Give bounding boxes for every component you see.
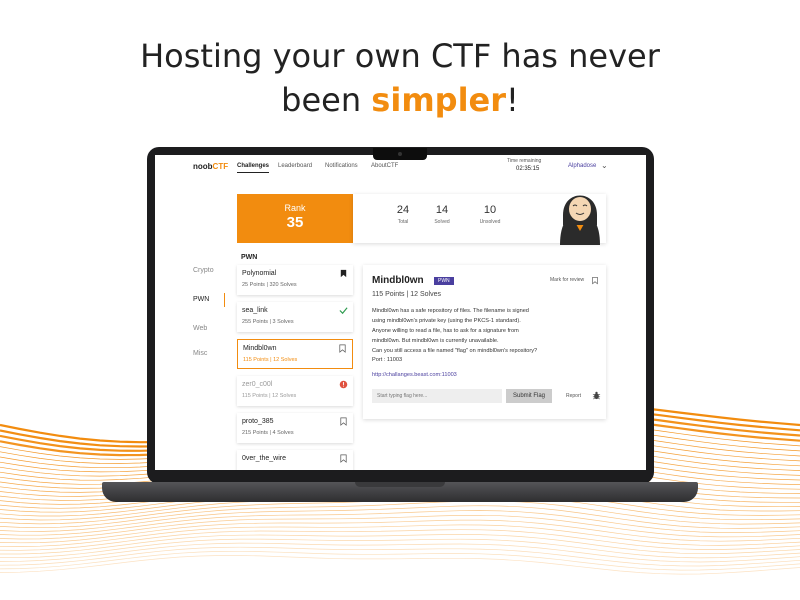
- flag-input[interactable]: [372, 389, 502, 403]
- challenge-meta: 215 Points | 4 Solves: [242, 430, 294, 436]
- stat-solved: 14 Solved: [422, 204, 462, 225]
- category-misc[interactable]: Misc: [193, 350, 207, 357]
- challenge-item-polynomial[interactable]: Polynomial 25 Points | 320 Solves: [237, 265, 353, 295]
- description-line: Can you still access a file named "flag"…: [372, 348, 538, 354]
- challenge-item-sea-link[interactable]: sea_link 255 Points | 3 Solves: [237, 302, 353, 332]
- challenge-name: sea_link: [242, 307, 268, 314]
- hooded-avatar-icon: [560, 195, 600, 245]
- detail-meta: 115 Points | 12 Solves: [372, 291, 442, 298]
- challenge-points: 115 Points: [242, 393, 268, 399]
- mark-for-review-label[interactable]: Mark for review: [550, 277, 584, 283]
- headline-line-1: Hosting your own CTF has never: [140, 37, 660, 75]
- category-active-indicator: [224, 293, 225, 307]
- description-line: Mindbl0wn has a safe repository of files…: [372, 308, 529, 314]
- challenge-link[interactable]: http://challanges.beast.com:11003: [372, 372, 457, 378]
- stat-label: Total: [397, 219, 409, 225]
- category-pwn[interactable]: PWN: [193, 296, 209, 303]
- challenge-points: 215 Points: [242, 430, 268, 436]
- bookmark-icon[interactable]: [339, 417, 348, 426]
- stat-label: Solved: [434, 219, 450, 225]
- challenge-name: Polynomial: [242, 270, 277, 277]
- alert-icon: [339, 380, 348, 389]
- headline-line-2-post: !: [506, 81, 519, 119]
- bookmark-icon[interactable]: [591, 276, 599, 285]
- detail-description: Mindbl0wn has a safe repository of files…: [372, 306, 598, 356]
- bug-icon[interactable]: [592, 391, 601, 400]
- chevron-down-icon[interactable]: ⌄: [601, 161, 608, 170]
- laptop-base-lip: [355, 482, 445, 487]
- challenge-item-0ver-the-wire[interactable]: 0ver_the_wire: [237, 450, 353, 470]
- challenge-solves: 4 Solves: [272, 430, 294, 436]
- stat-value: 24: [396, 204, 410, 216]
- check-icon: [339, 307, 348, 315]
- challenge-item-proto-385[interactable]: proto_385 215 Points | 4 Solves: [237, 413, 353, 443]
- challenge-item-mindbl0wn[interactable]: Mindbl0wn 115 Points | 12 Solves: [237, 339, 353, 369]
- list-header: PWN: [241, 254, 258, 261]
- app-screen: noobCTF Challenges Leaderboard Notificat…: [155, 155, 646, 470]
- challenge-name: 0ver_the_wire: [242, 455, 286, 462]
- rank-value: 35: [286, 214, 304, 231]
- challenge-meta: 115 Points | 12 Solves: [243, 357, 298, 363]
- headline-accent-word: simpler: [371, 81, 507, 119]
- stat-value: 14: [435, 204, 449, 216]
- bookmark-icon[interactable]: [338, 344, 347, 353]
- wave-line: [0, 555, 800, 575]
- headline-line-2: been simpler!: [0, 78, 800, 122]
- challenge-points: 255 Points: [242, 319, 268, 325]
- headline: Hosting your own CTF has never been simp…: [0, 34, 800, 122]
- detail-port: Port : 11003: [372, 357, 403, 363]
- challenge-meta: 255 Points | 3 Solves: [242, 319, 294, 325]
- challenge-solves: 12 Solves: [272, 393, 297, 399]
- submit-flag-button[interactable]: Submit Flag: [506, 389, 552, 403]
- bookmark-icon[interactable]: [339, 454, 348, 463]
- description-line: mindbl0wn. But mindbl0wn is currently un…: [372, 338, 499, 344]
- challenge-solves: 12 Solves: [273, 357, 298, 363]
- rank-card: Rank 35: [237, 194, 353, 243]
- description-line: Anyone willing to read a file, has to as…: [372, 328, 519, 334]
- wave-line: [0, 510, 800, 536]
- bookmark-filled-icon[interactable]: [339, 269, 348, 278]
- description-line: using mindbl0wn's private key (using the…: [372, 318, 521, 324]
- stat-value: 10: [483, 204, 497, 216]
- challenge-name: proto_385: [242, 418, 274, 425]
- camera-icon: [398, 152, 402, 156]
- category-tag: PWN: [434, 277, 454, 285]
- nav-challenges[interactable]: Challenges: [237, 163, 270, 173]
- logo-main-text: noob: [193, 162, 213, 171]
- detail-title: Mindbl0wn: [372, 275, 424, 286]
- nav-notifications[interactable]: Notifications: [325, 163, 358, 169]
- stat-label: Unsolved: [479, 219, 501, 225]
- wave-line: [0, 519, 800, 544]
- stat-unsolved: 10 Unsolved: [470, 204, 510, 225]
- report-label[interactable]: Report: [566, 393, 581, 399]
- challenge-meta: 115 Points | 12 Solves: [242, 393, 297, 399]
- category-crypto[interactable]: Crypto: [193, 267, 214, 274]
- logo-accent-text: CTF: [212, 162, 229, 171]
- time-remaining-label: Time remaining: [507, 158, 542, 164]
- challenge-solves: 3 Solves: [272, 319, 294, 325]
- category-web[interactable]: Web: [193, 325, 207, 332]
- challenge-detail-panel: Mindbl0wn PWN Mark for review 115 Points…: [363, 265, 606, 419]
- challenge-item-zer0-c00l[interactable]: zer0_c00l 115 Points | 12 Solves: [237, 376, 353, 406]
- nav-aboutctf[interactable]: AboutCTF: [371, 163, 398, 169]
- challenge-points: 115 Points: [243, 357, 269, 363]
- user-menu[interactable]: Alphadose: [568, 163, 596, 169]
- challenge-points: 25 Points: [242, 282, 265, 288]
- challenge-solves: 320 Solves: [269, 282, 297, 288]
- headline-line-2-pre: been: [281, 81, 372, 119]
- challenge-meta: 25 Points | 320 Solves: [242, 282, 297, 288]
- rank-label: Rank: [284, 203, 306, 213]
- time-remaining-value: 02:35:15: [516, 166, 540, 172]
- wave-line: [0, 550, 800, 571]
- challenge-name: zer0_c00l: [242, 381, 273, 388]
- challenge-name: Mindbl0wn: [243, 345, 277, 352]
- app-logo[interactable]: noobCTF: [193, 162, 228, 171]
- nav-leaderboard[interactable]: Leaderboard: [278, 163, 312, 169]
- stat-total: 24 Total: [383, 204, 423, 225]
